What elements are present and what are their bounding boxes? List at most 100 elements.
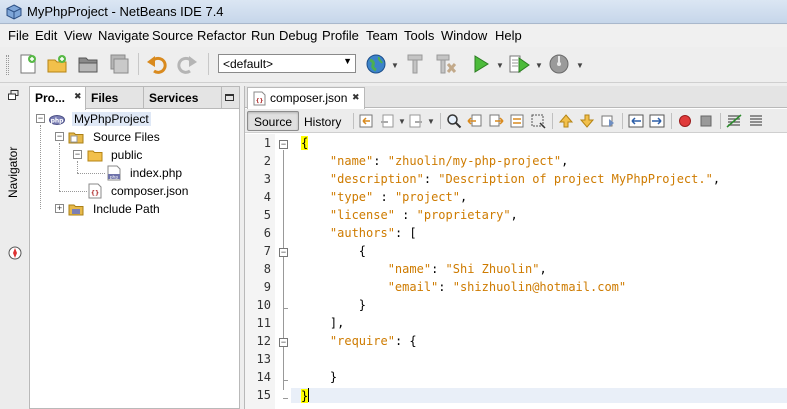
toggle-bookmark-icon[interactable]: [600, 113, 616, 129]
menu-window[interactable]: Window: [441, 28, 487, 43]
code-line[interactable]: "email": "shizhuolin@hotmail.com": [301, 280, 626, 294]
undo-icon[interactable]: [145, 52, 169, 76]
json-string: "proprietary": [416, 208, 511, 222]
stop-macro-icon[interactable]: [698, 113, 714, 129]
tree-item-index-php[interactable]: php index.php: [34, 164, 234, 182]
find-previous-icon[interactable]: [467, 113, 483, 129]
json-punctuation: ,: [510, 208, 518, 222]
tree-item-project[interactable]: − php MyPhpProject: [34, 110, 234, 128]
menu-source[interactable]: Source: [152, 28, 193, 43]
menu-view[interactable]: View: [64, 28, 92, 43]
tree-item-include-path[interactable]: + Include Path: [34, 200, 234, 218]
chevron-down-icon[interactable]: ▼: [496, 61, 504, 70]
uncomment-icon[interactable]: [748, 113, 764, 129]
code-line[interactable]: {: [301, 244, 366, 258]
back-icon[interactable]: [379, 113, 395, 129]
code-line[interactable]: }: [301, 370, 337, 384]
next-bookmark-icon[interactable]: [579, 113, 595, 129]
menu-run[interactable]: Run: [251, 28, 275, 43]
last-edit-icon[interactable]: [358, 113, 374, 129]
menu-team[interactable]: Team: [366, 28, 398, 43]
previous-bookmark-icon[interactable]: [558, 113, 574, 129]
source-view-button[interactable]: Source: [247, 111, 300, 131]
shift-right-icon[interactable]: [649, 113, 665, 129]
code-line[interactable]: "license" : "proprietary",: [301, 208, 518, 222]
debug-icon[interactable]: [507, 52, 531, 76]
tab-projects[interactable]: Pro... ✖: [30, 87, 86, 110]
menu-refactor[interactable]: Refactor: [197, 28, 246, 43]
configuration-select[interactable]: <default> ▼: [218, 54, 356, 73]
projects-panel-tabs: Pro... ✖ Files Services: [30, 87, 239, 110]
tree-item-composer-json[interactable]: {} composer.json: [34, 182, 234, 200]
menu-profile[interactable]: Profile: [322, 28, 359, 43]
toolbar-grip[interactable]: [6, 55, 9, 75]
menu-edit[interactable]: Edit: [35, 28, 57, 43]
forward-icon[interactable]: [408, 113, 424, 129]
json-punctuation: ,: [459, 190, 468, 204]
clean-build-icon[interactable]: [434, 52, 458, 76]
tree-item-source-files[interactable]: − Source Files: [34, 128, 234, 146]
close-icon[interactable]: ✖: [74, 91, 82, 102]
compass-icon[interactable]: [8, 246, 22, 260]
fold-guide: [283, 380, 288, 381]
run-play-icon[interactable]: [468, 52, 492, 76]
collapse-icon[interactable]: −: [55, 132, 64, 141]
code-line[interactable]: ],: [301, 316, 344, 330]
expand-icon[interactable]: +: [55, 204, 64, 213]
find-next-icon[interactable]: [488, 113, 504, 129]
menu-tools[interactable]: Tools: [404, 28, 434, 43]
chevron-down-icon[interactable]: ▼: [535, 61, 543, 70]
collapse-icon[interactable]: −: [73, 150, 82, 159]
netbeans-cube-icon: [6, 4, 22, 20]
toolbar-separator: [720, 113, 721, 129]
chevron-down-icon[interactable]: ▼: [391, 61, 399, 70]
tab-services[interactable]: Services: [144, 87, 222, 109]
collapse-icon[interactable]: −: [36, 114, 45, 123]
code-line[interactable]: {: [301, 136, 309, 150]
start-macro-icon[interactable]: [677, 113, 693, 129]
redo-icon[interactable]: [175, 52, 199, 76]
menu-debug[interactable]: Debug: [279, 28, 317, 43]
line-number: 11: [256, 316, 271, 330]
code-line[interactable]: "type" : "project",: [301, 190, 467, 204]
comment-icon[interactable]: [726, 113, 742, 129]
minimize-icon[interactable]: [225, 94, 234, 101]
restore-window-icon[interactable]: [8, 90, 19, 100]
toggle-highlight-icon[interactable]: [530, 113, 546, 129]
code-line[interactable]: }: [301, 298, 366, 312]
chevron-down-icon[interactable]: ▼: [576, 61, 584, 70]
shift-left-icon[interactable]: [628, 113, 644, 129]
code-line[interactable]: "require": {: [301, 334, 417, 348]
open-project-icon[interactable]: [76, 52, 100, 76]
menu-navigate[interactable]: Navigate: [98, 28, 149, 43]
tab-composer-json[interactable]: {} composer.json ✖: [247, 87, 365, 109]
menu-file[interactable]: File: [8, 28, 29, 43]
code-line[interactable]: "description": "Description of project M…: [301, 172, 720, 186]
find-icon[interactable]: [446, 113, 462, 129]
code-line[interactable]: "name": "Shi Zhuolin",: [301, 262, 547, 276]
history-view-button[interactable]: History: [297, 111, 348, 131]
fold-icon[interactable]: −: [279, 248, 288, 257]
chevron-down-icon[interactable]: ▼: [398, 117, 406, 126]
close-icon[interactable]: ✖: [352, 92, 360, 103]
browser-globe-icon[interactable]: [364, 52, 388, 76]
new-file-icon[interactable]: [16, 52, 40, 76]
tab-files[interactable]: Files: [86, 87, 144, 109]
build-hammer-icon[interactable]: [403, 52, 427, 76]
chevron-down-icon[interactable]: ▼: [427, 117, 435, 126]
code-line[interactable]: "authors": [: [301, 226, 417, 240]
profile-gauge-icon[interactable]: [547, 52, 571, 76]
code-line[interactable]: "name": "zhuolin/my-php-project",: [301, 154, 568, 168]
new-project-icon[interactable]: [45, 52, 69, 76]
fold-icon[interactable]: −: [279, 140, 288, 149]
menu-help[interactable]: Help: [495, 28, 522, 43]
json-punctuation: : [: [394, 226, 417, 240]
fold-icon[interactable]: −: [279, 338, 288, 347]
code-line[interactable]: }: [291, 388, 787, 403]
navigator-strip: Navigator: [0, 86, 28, 409]
tree-item-public[interactable]: − public: [34, 146, 234, 164]
navigator-tab[interactable]: Navigator: [6, 147, 20, 198]
find-selection-icon[interactable]: [509, 113, 525, 129]
save-all-icon[interactable]: [106, 52, 130, 76]
svg-text:{}: {}: [256, 98, 264, 104]
